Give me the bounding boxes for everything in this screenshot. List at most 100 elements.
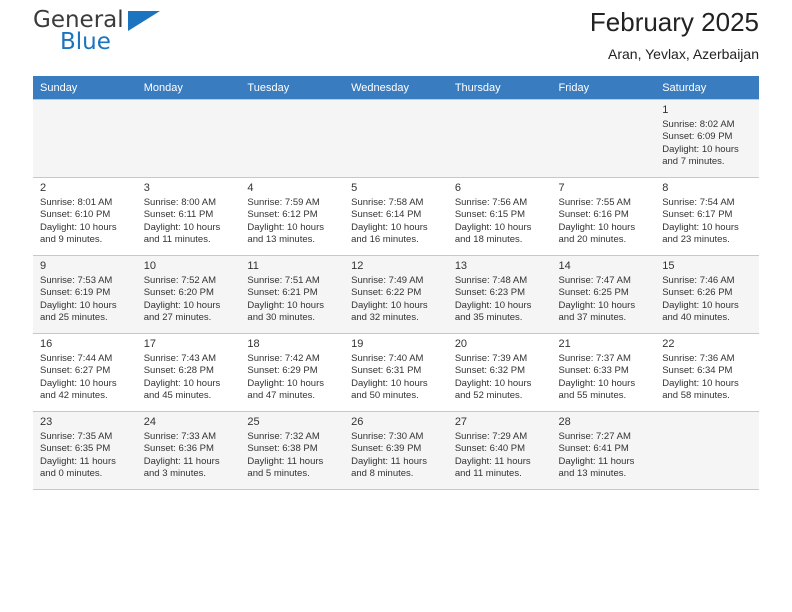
sunset-text: Sunset: 6:27 PM bbox=[40, 365, 111, 377]
day-cell-content: 18 Sunrise: 7:42 AM Sunset: 6:29 PM Dayligh… bbox=[240, 334, 344, 404]
day-cell-content: 1 Sunrise: 8:02 AM Sunset: 6:09 PM Daylight… bbox=[655, 100, 759, 170]
calendar-week-row: 2 Sunrise: 8:01 AM Sunset: 6:10 PM Daylight… bbox=[33, 177, 759, 256]
calendar-day-cell[interactable]: 15 Sunrise: 7:46 AM Sunset: 6:26 PM Dayligh… bbox=[655, 255, 759, 334]
calendar-day-cell[interactable]: 6 Sunrise: 7:56 AM Sunset: 6:15 PM Daylight… bbox=[447, 177, 552, 256]
day-info: Sunrise: 7:43 AM Sunset: 6:28 PM Daylight:… bbox=[144, 353, 234, 403]
calendar-day-cell[interactable]: 10 Sunrise: 7:52 AM Sunset: 6:20 PM Dayligh… bbox=[136, 255, 241, 334]
day-number: 19 bbox=[351, 338, 364, 350]
sunrise-text: Sunrise: 7:44 AM bbox=[40, 353, 113, 364]
daylight-text-line1: Daylight: 10 hours bbox=[454, 221, 532, 233]
day-info: Sunrise: 7:29 AM Sunset: 6:40 PM Daylight:… bbox=[455, 431, 545, 481]
day-cell-content: 7 Sunrise: 7:55 AM Sunset: 6:16 PM Daylight… bbox=[552, 178, 656, 248]
sunrise-text: Sunrise: 7:56 AM bbox=[454, 197, 528, 208]
calendar-day-cell[interactable]: 9 Sunrise: 7:53 AM Sunset: 6:19 PM Daylight… bbox=[33, 255, 137, 334]
sunset-text: Sunset: 6:32 PM bbox=[454, 365, 526, 377]
sunrise-text: Sunrise: 7:43 AM bbox=[143, 353, 217, 364]
daylight-text-line1: Daylight: 10 hours bbox=[143, 221, 221, 233]
calendar-day-cell[interactable]: 3 Sunrise: 8:00 AM Sunset: 6:11 PM Daylight… bbox=[136, 177, 241, 256]
calendar-day-cell[interactable]: 28 Sunrise: 7:27 AM Sunset: 6:41 PM Dayligh… bbox=[551, 411, 656, 490]
sunrise-text: Sunrise: 7:49 AM bbox=[351, 275, 424, 286]
calendar-day-cell[interactable]: 24 Sunrise: 7:33 AM Sunset: 6:36 PM Dayligh… bbox=[136, 411, 241, 490]
sunrise-text: Sunrise: 7:30 AM bbox=[351, 431, 424, 442]
calendar-week-row: 16 Sunrise: 7:44 AM Sunset: 6:27 PM Dayligh… bbox=[33, 333, 759, 412]
page-subtitle: Aran, Yevlax, Azerbaijan bbox=[608, 46, 759, 62]
sunset-text: Sunset: 6:15 PM bbox=[454, 209, 526, 221]
day-cell-content bbox=[33, 100, 137, 170]
day-cell-content bbox=[448, 100, 552, 170]
title-block: February 2025 Aran, Yevlax, Azerbaijan bbox=[590, 6, 759, 64]
sunrise-text: Sunrise: 7:51 AM bbox=[247, 275, 320, 286]
day-info: Sunrise: 7:27 AM Sunset: 6:41 PM Daylight:… bbox=[559, 431, 649, 481]
day-number: 11 bbox=[247, 260, 259, 272]
daylight-text-line1: Daylight: 10 hours bbox=[143, 377, 221, 389]
daylight-text-line2: and 23 minutes. bbox=[662, 234, 730, 246]
calendar-day-cell[interactable]: 11 Sunrise: 7:51 AM Sunset: 6:21 PM Dayligh… bbox=[240, 255, 345, 334]
day-info: Sunrise: 7:30 AM Sunset: 6:39 PM Daylight:… bbox=[351, 431, 441, 481]
sunset-text: Sunset: 6:11 PM bbox=[143, 209, 214, 221]
daylight-text-line2: and 16 minutes. bbox=[351, 234, 419, 246]
calendar-day-cell[interactable]: 23 Sunrise: 7:35 AM Sunset: 6:35 PM Dayligh… bbox=[33, 411, 137, 490]
daylight-text-line2: and 30 minutes. bbox=[247, 312, 316, 324]
calendar-day-cell[interactable]: 1 Sunrise: 8:02 AM Sunset: 6:09 PM Daylight… bbox=[655, 99, 759, 178]
daylight-text-line2: and 37 minutes. bbox=[558, 312, 627, 324]
calendar-day-cell[interactable]: 19 Sunrise: 7:40 AM Sunset: 6:31 PM Dayligh… bbox=[344, 333, 448, 412]
daylight-text-line1: Daylight: 11 hours bbox=[40, 455, 116, 467]
calendar-day-cell[interactable]: 27 Sunrise: 7:29 AM Sunset: 6:40 PM Dayligh… bbox=[447, 411, 552, 490]
day-info: Sunrise: 7:37 AM Sunset: 6:33 PM Daylight:… bbox=[559, 353, 649, 403]
daylight-text-line1: Daylight: 10 hours bbox=[351, 299, 428, 311]
brand-logo[interactable]: General Blue bbox=[33, 8, 183, 62]
day-cell-content: 5 Sunrise: 7:58 AM Sunset: 6:14 PM Daylight… bbox=[344, 178, 448, 248]
day-number: 8 bbox=[662, 182, 669, 194]
calendar-day-cell[interactable]: 7 Sunrise: 7:55 AM Sunset: 6:16 PM Daylight… bbox=[551, 177, 656, 256]
day-number: 5 bbox=[351, 182, 358, 194]
calendar-day-cell[interactable]: 18 Sunrise: 7:42 AM Sunset: 6:29 PM Dayligh… bbox=[240, 333, 345, 412]
calendar-day-cell[interactable]: 22 Sunrise: 7:36 AM Sunset: 6:34 PM Dayligh… bbox=[655, 333, 759, 412]
day-info: Sunrise: 8:00 AM Sunset: 6:11 PM Daylight:… bbox=[144, 197, 234, 247]
calendar-day-cell[interactable]: 13 Sunrise: 7:48 AM Sunset: 6:23 PM Dayligh… bbox=[447, 255, 552, 334]
daylight-text-line1: Daylight: 10 hours bbox=[351, 377, 428, 389]
day-info: Sunrise: 7:36 AM Sunset: 6:34 PM Daylight:… bbox=[662, 353, 752, 403]
calendar-day-cell[interactable]: 20 Sunrise: 7:39 AM Sunset: 6:32 PM Dayligh… bbox=[447, 333, 552, 412]
daylight-text-line1: Daylight: 11 hours bbox=[454, 455, 531, 467]
day-number: 23 bbox=[40, 416, 53, 428]
calendar-day-cell[interactable]: 5 Sunrise: 7:58 AM Sunset: 6:14 PM Daylight… bbox=[344, 177, 448, 256]
day-cell-content: 8 Sunrise: 7:54 AM Sunset: 6:17 PM Daylight… bbox=[655, 178, 759, 248]
day-cell-content: 26 Sunrise: 7:30 AM Sunset: 6:39 PM Dayligh… bbox=[344, 412, 448, 482]
day-number: 13 bbox=[454, 260, 468, 272]
calendar-day-cell[interactable]: 16 Sunrise: 7:44 AM Sunset: 6:27 PM Dayligh… bbox=[33, 333, 137, 412]
calendar-day-cell[interactable]: 14 Sunrise: 7:47 AM Sunset: 6:25 PM Dayligh… bbox=[551, 255, 656, 334]
day-number: 15 bbox=[662, 260, 675, 272]
daylight-text-line1: Daylight: 10 hours bbox=[247, 299, 324, 311]
weekday-header-tuesday: Tuesday bbox=[240, 76, 345, 100]
day-cell-content bbox=[240, 100, 344, 170]
sunrise-text: Sunrise: 7:55 AM bbox=[558, 197, 631, 208]
calendar-week-row: 23 Sunrise: 7:35 AM Sunset: 6:35 PM Dayligh… bbox=[33, 411, 759, 490]
daylight-text-line1: Daylight: 10 hours bbox=[662, 299, 739, 311]
calendar-day-cell[interactable]: 21 Sunrise: 7:37 AM Sunset: 6:33 PM Dayligh… bbox=[551, 333, 656, 412]
day-number: 7 bbox=[558, 182, 565, 194]
day-info: Sunrise: 7:32 AM Sunset: 6:38 PM Daylight:… bbox=[247, 431, 337, 481]
calendar-day-cell[interactable]: 17 Sunrise: 7:43 AM Sunset: 6:28 PM Dayligh… bbox=[136, 333, 241, 412]
sunset-text: Sunset: 6:28 PM bbox=[143, 365, 214, 377]
day-number: 18 bbox=[247, 338, 260, 350]
day-info: Sunrise: 7:59 AM Sunset: 6:12 PM Daylight:… bbox=[247, 197, 337, 247]
day-info: Sunrise: 7:42 AM Sunset: 6:29 PM Daylight:… bbox=[247, 353, 337, 403]
day-number: 22 bbox=[662, 338, 675, 350]
calendar-day-cell[interactable]: 26 Sunrise: 7:30 AM Sunset: 6:39 PM Dayligh… bbox=[344, 411, 448, 490]
day-info: Sunrise: 7:56 AM Sunset: 6:15 PM Daylight:… bbox=[455, 197, 545, 247]
day-info: Sunrise: 7:48 AM Sunset: 6:23 PM Daylight:… bbox=[455, 275, 545, 325]
sunrise-text: Sunrise: 7:37 AM bbox=[558, 353, 631, 364]
day-info: Sunrise: 7:51 AM Sunset: 6:21 PM Daylight:… bbox=[247, 275, 337, 325]
calendar-day-cell[interactable]: 8 Sunrise: 7:54 AM Sunset: 6:17 PM Daylight… bbox=[655, 177, 759, 256]
page-header: General Blue February 2025 Aran, Yevlax,… bbox=[33, 0, 759, 74]
daylight-text-line1: Daylight: 11 hours bbox=[351, 455, 427, 467]
daylight-text-line1: Daylight: 11 hours bbox=[558, 455, 635, 467]
calendar-day-cell[interactable]: 25 Sunrise: 7:32 AM Sunset: 6:38 PM Dayligh… bbox=[240, 411, 345, 490]
calendar-day-cell[interactable]: 12 Sunrise: 7:49 AM Sunset: 6:22 PM Dayligh… bbox=[344, 255, 448, 334]
daylight-text-line1: Daylight: 11 hours bbox=[247, 455, 324, 467]
calendar-day-cell[interactable]: 2 Sunrise: 8:01 AM Sunset: 6:10 PM Daylight… bbox=[33, 177, 137, 256]
sunrise-text: Sunrise: 7:46 AM bbox=[662, 275, 735, 286]
calendar-day-cell[interactable]: 4 Sunrise: 7:59 AM Sunset: 6:12 PM Daylight… bbox=[240, 177, 345, 256]
sunrise-text: Sunrise: 7:35 AM bbox=[40, 431, 113, 442]
day-number: 21 bbox=[558, 338, 571, 350]
